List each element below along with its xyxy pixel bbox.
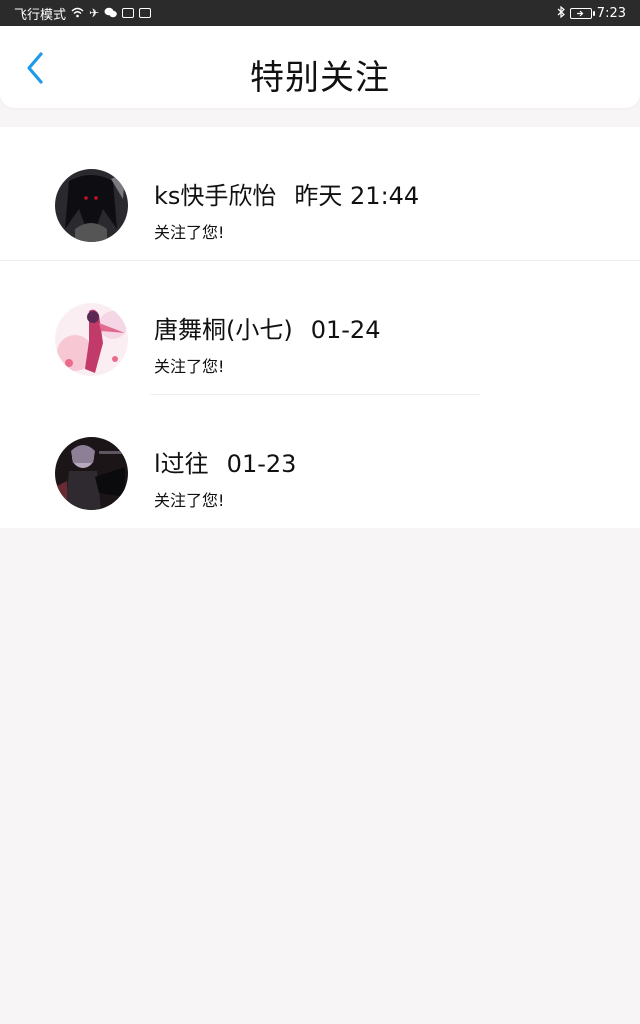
item-title: l过往 01-23 (154, 444, 296, 479)
qq-icon (122, 8, 135, 18)
battery-icon (569, 7, 595, 19)
avatar (55, 437, 128, 510)
follow-message: 关注了您! (154, 223, 225, 242)
follow-time: 01-23 (226, 450, 297, 478)
user-name: ks快手欣怡 (154, 182, 277, 210)
list-item[interactable]: l过往 01-23 关注了您! (0, 395, 640, 529)
status-bar: 飞行模式 ✈ 7:23 (0, 0, 640, 26)
status-time: 7:23 (596, 5, 626, 21)
follow-time: 01-24 (310, 316, 381, 344)
status-bar-left: 飞行模式 ✈ (14, 4, 152, 23)
airplane-icon: ✈ (89, 6, 100, 20)
list-item[interactable]: ks快手欣怡 昨天 21:44 关注了您! (0, 127, 640, 261)
page-title: 特别关注 (250, 58, 390, 98)
status-bar-right: 7:23 (557, 6, 626, 21)
wechat-icon (104, 7, 117, 20)
bluetooth-icon (557, 5, 565, 20)
follow-message: 关注了您! (154, 357, 225, 376)
item-title: 唐舞桐(小七) 01-24 (154, 310, 380, 345)
avatar (55, 303, 128, 376)
follow-time: 昨天 21:44 (294, 182, 420, 210)
avatar (55, 169, 128, 242)
page-header: 特别关注 (0, 26, 640, 108)
wifi-icon (71, 7, 84, 20)
airplane-mode-label: 飞行模式 (14, 7, 67, 23)
mail-icon (139, 8, 152, 18)
user-name: 唐舞桐(小七) (154, 316, 293, 344)
list-item[interactable]: 唐舞桐(小七) 01-24 关注了您! (0, 261, 640, 395)
follow-message: 关注了您! (154, 491, 225, 510)
item-title: ks快手欣怡 昨天 21:44 (154, 176, 419, 211)
follow-list: ks快手欣怡 昨天 21:44 关注了您! 唐舞桐(小七) 01-24 关注了您! (0, 127, 640, 528)
user-name: l过往 (154, 450, 209, 478)
